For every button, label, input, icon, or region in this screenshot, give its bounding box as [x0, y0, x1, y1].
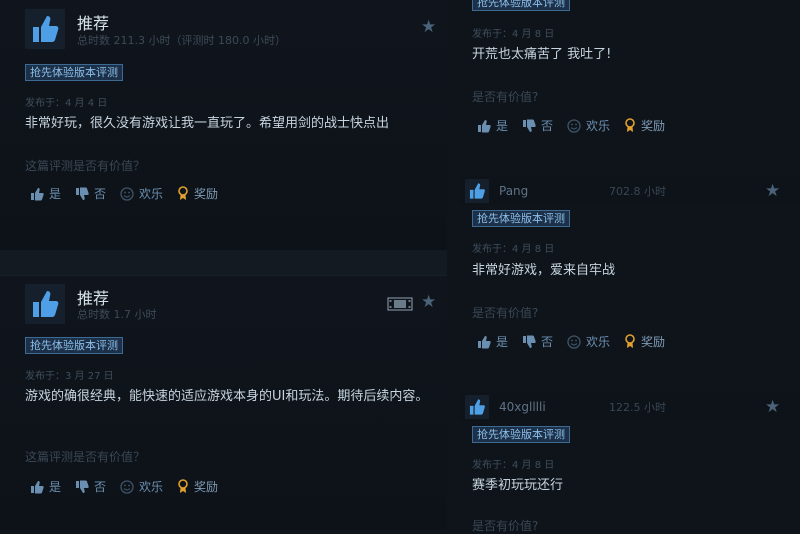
vote-yes-button[interactable]: 是 — [30, 478, 61, 495]
playtime-text: 总时数 1.7 小时 — [77, 308, 157, 321]
vote-yes-label: 是 — [496, 335, 509, 349]
reviewer-name[interactable]: Pang — [499, 184, 609, 198]
vote-funny-label: 欢乐 — [586, 119, 611, 133]
award-icon — [178, 186, 188, 200]
vote-award-label: 奖励 — [194, 187, 219, 201]
thumbs-down-icon — [76, 187, 89, 200]
vote-award-label: 奖励 — [194, 480, 219, 494]
vote-award-button[interactable]: 奖励 — [624, 117, 665, 134]
vote-funny-label: 欢乐 — [586, 335, 611, 349]
star-icon[interactable]: ★ — [765, 181, 780, 201]
helpful-question: 是否有价值? — [472, 519, 539, 533]
thumbs-up-icon — [25, 284, 65, 324]
helpful-question: 这篇评测是否有价值？ — [25, 450, 146, 464]
smiley-icon — [567, 334, 581, 349]
vote-funny-label: 欢乐 — [139, 480, 164, 494]
vote-no-button[interactable]: 否 — [75, 478, 106, 495]
thumbs-up-icon — [478, 335, 491, 348]
review-text: 非常好玩，很久没有游戏让我一直玩了。希望用剑的战士快点出 — [25, 116, 390, 131]
vote-yes-button[interactable]: 是 — [477, 117, 508, 134]
vote-award-button[interactable]: 奖励 — [177, 478, 218, 495]
vote-award-button[interactable]: 奖励 — [624, 333, 665, 350]
thumbs-up-icon — [465, 395, 489, 419]
vote-yes-label: 是 — [49, 480, 62, 494]
vote-row: 是 否 欢乐 奖励 — [30, 185, 232, 202]
review-card: 推荐 总时数 1.7 小时 ★ 抢先体验版本评测 发布于：3 月 27 日 游戏… — [0, 275, 447, 530]
vote-no-button[interactable]: 否 — [522, 117, 553, 134]
posted-date: 发布于：3 月 27 日 — [25, 371, 114, 382]
thumbs-down-icon — [76, 480, 89, 493]
vote-yes-button[interactable]: 是 — [477, 333, 508, 350]
vote-no-label: 否 — [541, 119, 554, 133]
vote-row: 是 否 欢乐 奖励 — [477, 333, 679, 350]
posted-date: 发布于：4 月 8 日 — [472, 460, 555, 471]
review-separator — [0, 250, 447, 275]
award-icon — [178, 479, 188, 493]
review-text: 游戏的确很经典，能快速的适应游戏本身的UI和玩法。期待后续内容。 — [25, 389, 429, 404]
vote-funny-label: 欢乐 — [139, 187, 164, 201]
early-access-tag: 抢先体验版本评测 — [472, 0, 570, 11]
early-access-tag: 抢先体验版本评测 — [472, 210, 570, 227]
playtime-text: 总时数 211.3 小时（评测时 180.0 小时） — [77, 34, 286, 47]
review-text: 非常好游戏，爱来自牢战 — [472, 263, 616, 278]
early-access-tag: 抢先体验版本评测 — [472, 426, 570, 443]
early-access-tag: 抢先体验版本评测 — [25, 337, 123, 354]
posted-date: 发布于：4 月 8 日 — [472, 244, 555, 255]
vote-yes-label: 是 — [496, 119, 509, 133]
vote-award-button[interactable]: 奖励 — [177, 185, 218, 202]
recommend-label: 推荐 — [77, 14, 110, 33]
star-icon[interactable]: ★ — [765, 397, 780, 417]
vote-row: 是 否 欢乐 奖励 — [30, 478, 232, 495]
star-icon[interactable]: ★ — [421, 17, 436, 37]
award-icon — [625, 118, 635, 132]
star-icon[interactable]: ★ — [421, 292, 436, 312]
left-review-column: 推荐 总时数 211.3 小时（评测时 180.0 小时） ★ 抢先体验版本评测… — [0, 0, 447, 530]
vote-yes-button[interactable]: 是 — [30, 185, 61, 202]
vote-row: 是 否 欢乐 奖励 — [477, 117, 679, 134]
film-icon — [387, 296, 413, 315]
thumbs-down-icon — [523, 119, 536, 132]
right-review-column: 抢先体验版本评测 发布于：4 月 8 日 开荒也太痛苦了 我吐了! 是否有价值?… — [459, 0, 800, 533]
early-access-tag: 抢先体验版本评测 — [25, 64, 123, 81]
reviewer-row: 40xglllli 122.5 小时 ★ — [459, 393, 800, 421]
vote-no-button[interactable]: 否 — [75, 185, 106, 202]
review-card: 推荐 总时数 211.3 小时（评测时 180.0 小时） ★ 抢先体验版本评测… — [0, 0, 447, 250]
reviewer-name[interactable]: 40xglllli — [499, 400, 609, 414]
vote-award-label: 奖励 — [641, 335, 666, 349]
helpful-question: 是否有价值? — [472, 306, 539, 320]
thumbs-up-icon — [31, 480, 44, 493]
reviewer-hours: 702.8 小时 — [609, 185, 666, 198]
reviewer-hours: 122.5 小时 — [609, 401, 666, 414]
vote-no-label: 否 — [94, 187, 107, 201]
reviewer-row: Pang 702.8 小时 ★ — [459, 177, 800, 205]
vote-funny-button[interactable]: 欢乐 — [120, 478, 163, 495]
posted-date: 发布于：4 月 4 日 — [25, 98, 108, 109]
smiley-icon — [120, 479, 134, 494]
review-text: 赛季初玩玩还行 — [472, 478, 564, 493]
vote-funny-button[interactable]: 欢乐 — [120, 185, 163, 202]
vote-no-button[interactable]: 否 — [522, 333, 553, 350]
vote-yes-label: 是 — [49, 187, 62, 201]
vote-no-label: 否 — [94, 480, 107, 494]
thumbs-up-icon — [478, 119, 491, 132]
vote-award-label: 奖励 — [641, 119, 666, 133]
thumbs-up-icon — [31, 187, 44, 200]
helpful-question: 是否有价值? — [472, 90, 539, 104]
thumbs-up-icon — [465, 179, 489, 203]
helpful-question: 这篇评测是否有价值？ — [25, 159, 146, 173]
vote-funny-button[interactable]: 欢乐 — [567, 333, 610, 350]
award-icon — [625, 334, 635, 348]
smiley-icon — [120, 186, 134, 201]
thumbs-up-icon — [25, 9, 65, 49]
vote-no-label: 否 — [541, 335, 554, 349]
posted-date: 发布于：4 月 8 日 — [472, 29, 555, 40]
vote-funny-button[interactable]: 欢乐 — [567, 117, 610, 134]
review-text: 开荒也太痛苦了 我吐了! — [472, 47, 612, 62]
thumbs-down-icon — [523, 335, 536, 348]
smiley-icon — [567, 118, 581, 133]
